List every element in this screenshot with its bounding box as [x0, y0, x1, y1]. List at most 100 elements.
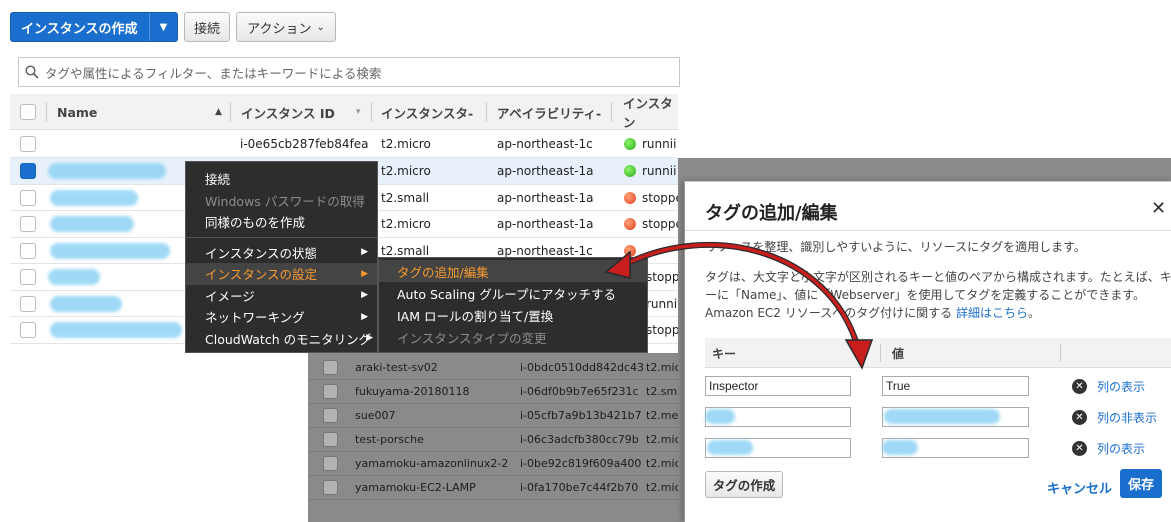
- chevron-right-icon: ▶: [361, 311, 368, 322]
- row-checkbox[interactable]: [20, 295, 36, 312]
- menu-item-networking[interactable]: ネットワーキング ▶: [186, 306, 377, 328]
- row-checkbox[interactable]: [20, 269, 36, 285]
- instance-id: i-06df0b9b7e65f231c: [520, 385, 639, 398]
- chevron-right-icon: ▶: [361, 247, 368, 258]
- col-instance-type[interactable]: インスタンスタ-: [381, 94, 473, 130]
- create-tag-button[interactable]: タグの作成: [705, 471, 783, 498]
- redacted-name: [50, 216, 134, 232]
- create-instance-button[interactable]: インスタンスの作成 ▼: [10, 12, 178, 42]
- instance-state: runnii: [642, 164, 677, 178]
- table-row: yamamoku-amazonlinux2-2 i-0be92c819f609a…: [308, 452, 692, 476]
- context-menu: 接続 Windows パスワードの取得 同様のものを作成 インスタンスの状態 ▶ …: [185, 161, 378, 353]
- menu-item-instance-state[interactable]: インスタンスの状態 ▶: [186, 242, 377, 264]
- menu-divider: [186, 236, 377, 238]
- redacted-name: [50, 322, 182, 338]
- row-checkbox[interactable]: [20, 242, 36, 259]
- instance-name: sue007: [355, 409, 396, 422]
- redacted-name: [48, 269, 100, 285]
- instance-name: test-porsche: [355, 433, 424, 446]
- search-input[interactable]: タグや属性によるフィルター、またはキーワードによる検索: [18, 57, 680, 87]
- remove-tag-icon[interactable]: ✕: [1072, 410, 1087, 425]
- table-header: Name ▲ インスタンス ID ▾ インスタンスタ- アベイラビリティ- イン…: [10, 94, 678, 130]
- annotation-arrow: [604, 241, 874, 370]
- col-name[interactable]: Name: [57, 94, 97, 130]
- show-column-link[interactable]: 列の表示: [1097, 378, 1145, 395]
- select-all-checkbox[interactable]: [20, 104, 36, 120]
- availability-zone: ap-northeast-1c: [497, 137, 593, 151]
- redacted-value: [882, 440, 918, 455]
- menu-item-label: イメージ: [205, 288, 255, 304]
- table-row: sue007 i-05cfb7a9b13b421b7 t2.mediu: [308, 404, 695, 428]
- redacted-name: [48, 163, 166, 179]
- learn-more-link[interactable]: 詳細はこちら: [956, 306, 1028, 320]
- row-checkbox[interactable]: [20, 136, 36, 152]
- row-checkbox: [323, 384, 338, 399]
- instance-table: Name ▲ インスタンス ID ▾ インスタンスタ- アベイラビリティ- イン…: [10, 94, 687, 344]
- instance-name: yamamoku-EC2-LAMP: [355, 481, 476, 494]
- remove-tag-icon[interactable]: ✕: [1072, 441, 1087, 456]
- stopped-status-icon: [624, 191, 636, 204]
- menu-item-label: CloudWatch のモニタリング: [205, 331, 372, 347]
- menu-item-get-windows-password: Windows パスワードの取得: [205, 193, 365, 209]
- menu-item-instance-settings[interactable]: インスタンスの設定 ▶: [186, 263, 377, 285]
- redacted-value: [884, 409, 1000, 424]
- availability-zone: ap-northeast-1a: [497, 217, 594, 231]
- row-checkbox: [323, 432, 338, 447]
- running-status-icon: [624, 138, 636, 150]
- instance-type: t2.micro: [381, 164, 431, 178]
- menu-item-label: ネットワーキング: [205, 310, 305, 326]
- tag-value-field[interactable]: True: [882, 376, 1029, 396]
- col-value: 値: [892, 346, 905, 361]
- menu-item-image[interactable]: イメージ ▶: [186, 285, 377, 307]
- row-checkbox: [323, 456, 338, 471]
- instance-state: stoppe: [642, 190, 683, 205]
- redacted-key: [707, 440, 753, 455]
- instance-name: yamamoku-amazonlinux2-2: [355, 457, 509, 470]
- chevron-right-icon: ▶: [361, 268, 368, 279]
- row-checkbox: [323, 408, 338, 423]
- instance-id: i-0e65cb287feb84fea: [240, 137, 369, 151]
- close-icon[interactable]: ✕: [1151, 198, 1166, 219]
- col-instance-id[interactable]: インスタンス ID: [241, 94, 335, 130]
- dialog-title: タグの追加/編集: [705, 203, 838, 224]
- row-checkbox[interactable]: [20, 189, 36, 206]
- menu-item-cloudwatch-monitoring[interactable]: CloudWatch のモニタリング ▶: [186, 328, 377, 350]
- menu-item-launch-more-like-this[interactable]: 同様のものを作成: [186, 211, 377, 233]
- row-checkbox[interactable]: [20, 163, 36, 179]
- row-checkbox[interactable]: [20, 216, 36, 232]
- connect-button[interactable]: 接続: [184, 12, 230, 42]
- show-column-link[interactable]: 列の表示: [1097, 440, 1145, 457]
- stopped-status-icon: [624, 218, 636, 230]
- instance-name: fukuyama-20180118: [355, 385, 470, 398]
- row-checkbox: [323, 360, 338, 375]
- remove-tag-icon[interactable]: ✕: [1072, 379, 1087, 394]
- instance-type: t2.small: [381, 190, 430, 205]
- row-checkbox[interactable]: [20, 322, 36, 338]
- cancel-button[interactable]: キャンセル: [1047, 478, 1112, 497]
- action-label: アクション: [247, 21, 312, 37]
- instance-id: i-05cfb7a9b13b421b7: [520, 409, 642, 422]
- col-az[interactable]: アベイラビリティ-: [497, 94, 601, 130]
- action-button[interactable]: アクション ⌄: [236, 12, 336, 42]
- save-button[interactable]: 保存: [1120, 469, 1162, 498]
- search-placeholder: タグや属性によるフィルター、またはキーワードによる検索: [45, 65, 382, 81]
- instance-name: araki-test-sv02: [355, 361, 438, 374]
- instance-id: i-0fa170be7c44f2b70: [520, 481, 639, 494]
- chevron-down-icon[interactable]: ▼: [149, 13, 177, 41]
- menu-item-connect[interactable]: 接続: [186, 168, 377, 190]
- chevron-down-icon: ⌄: [316, 21, 325, 33]
- availability-zone: ap-northeast-1a: [497, 164, 594, 178]
- redacted-name: [50, 189, 138, 206]
- table-row[interactable]: i-0e65cb287feb84fea t2.micro ap-northeas…: [10, 131, 678, 158]
- col-state[interactable]: インスタン: [623, 94, 678, 130]
- sort-asc-icon[interactable]: ▲: [215, 94, 222, 130]
- table-row: test-porsche i-06c3adcfb380cc79b t2.micr…: [308, 428, 692, 452]
- hide-column-link[interactable]: 列の非表示: [1097, 409, 1157, 426]
- redacted-name: [50, 295, 122, 312]
- instance-id: i-06c3adcfb380cc79b: [520, 433, 639, 446]
- menu-item-label: インスタンスの設定: [205, 267, 318, 283]
- table-row: yamamoku-EC2-LAMP i-0fa170be7c44f2b70 t2…: [308, 476, 692, 500]
- chevron-right-icon: ▶: [361, 290, 368, 301]
- row-checkbox: [323, 480, 338, 495]
- redacted-key: [705, 409, 735, 424]
